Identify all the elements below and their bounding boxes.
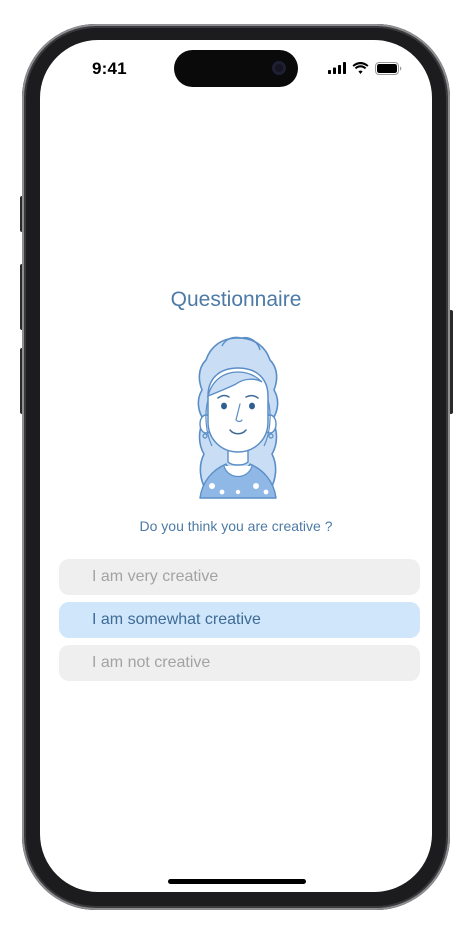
option-label: I am not creative — [92, 654, 211, 671]
device-frame: 9:41 Questionnaire Do you think you are … — [0, 0, 473, 932]
battery-icon — [375, 61, 402, 75]
phone-body: 9:41 Questionnaire Do you think you are … — [22, 24, 450, 910]
status-icons — [328, 61, 402, 75]
option-label: I am somewhat creative — [92, 611, 261, 628]
question-text: Do you think you are creative ? — [139, 518, 333, 534]
option-very-creative[interactable]: I am very creative — [59, 559, 420, 595]
option-somewhat-creative[interactable]: I am somewhat creative — [59, 602, 420, 638]
page-title: Questionnaire — [170, 288, 302, 311]
woman-avatar-illustration — [197, 336, 279, 499]
camera-icon — [272, 61, 286, 75]
status-time: 9:41 — [92, 59, 127, 78]
option-not-creative[interactable]: I am not creative — [59, 645, 420, 681]
home-indicator[interactable] — [168, 879, 306, 884]
option-label: I am very creative — [92, 568, 219, 585]
wifi-icon — [352, 62, 369, 74]
cellular-signal-icon — [328, 62, 346, 74]
answer-options: I am very creative I am somewhat creativ… — [59, 559, 420, 688]
screen: 9:41 Questionnaire Do you think you are … — [40, 40, 432, 892]
dynamic-island — [174, 50, 298, 87]
